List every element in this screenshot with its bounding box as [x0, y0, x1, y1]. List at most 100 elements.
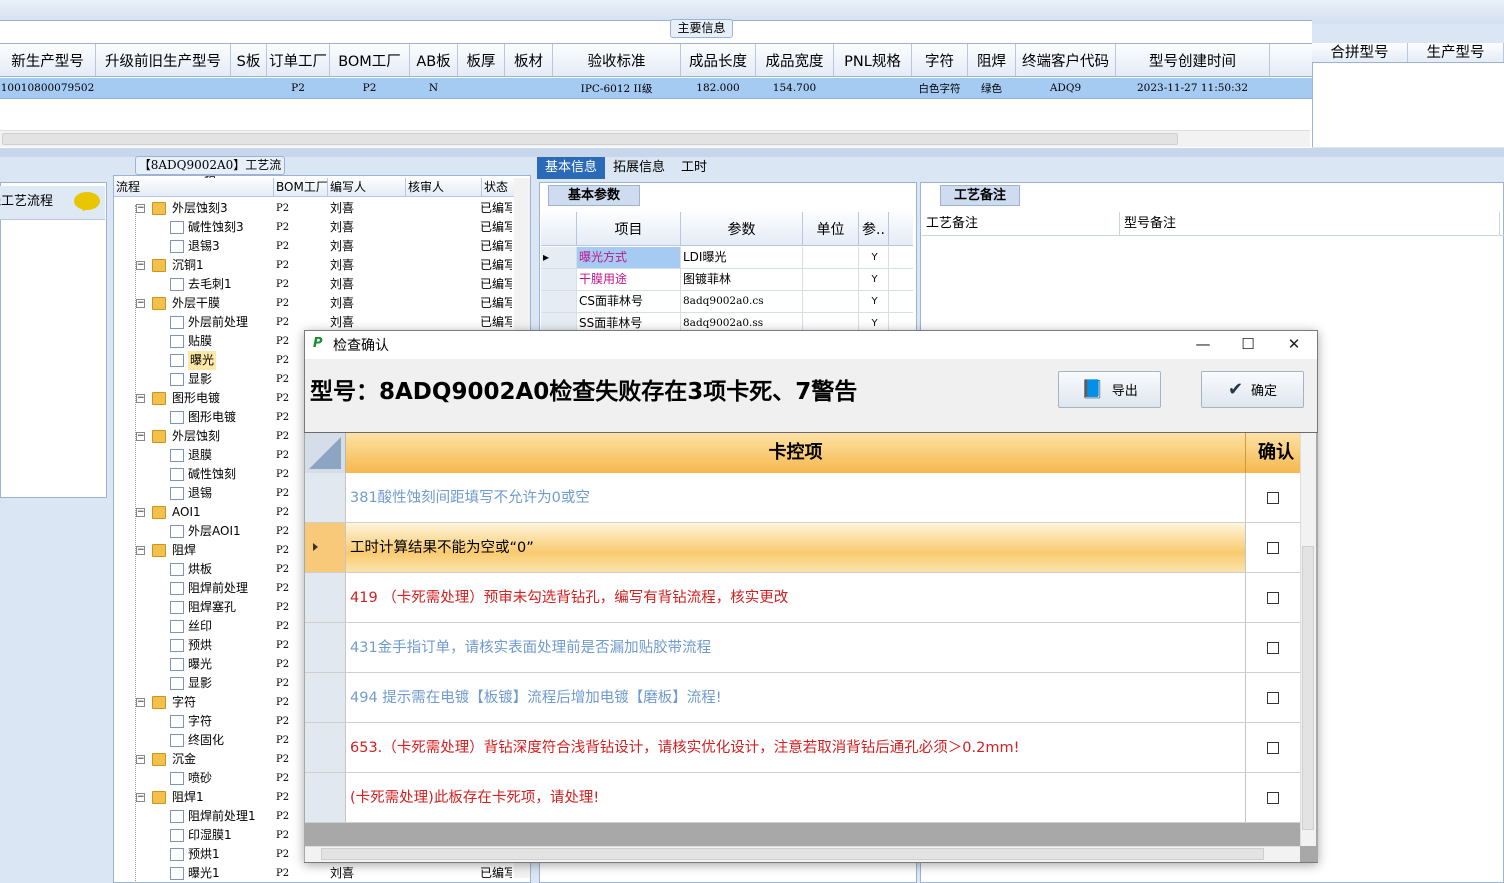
main-col-header[interactable]: 字符 — [912, 44, 968, 76]
basic-col-header[interactable]: 项目 — [577, 212, 681, 245]
basic-param-row[interactable]: 干膜用途 图镀菲林 Y — [541, 269, 913, 291]
expand-toggle-icon[interactable]: − — [136, 546, 145, 555]
tree-row[interactable]: − 沉铜1 P2 刘喜 已编写 — [114, 256, 514, 275]
main-info-horizontal-scrollbar[interactable] — [0, 130, 1310, 147]
main-col-header[interactable]: 升级前旧生产型号 — [96, 44, 231, 76]
expand-toggle-icon[interactable]: − — [136, 394, 145, 403]
param-flag: Y — [859, 291, 889, 312]
confirm-column-header[interactable]: 确认 — [1246, 433, 1300, 473]
basic-param-row[interactable]: ▸ 曝光方式 LDI曝光 Y — [541, 247, 913, 269]
main-col-header[interactable]: S板 — [231, 44, 267, 76]
expand-toggle-icon[interactable]: − — [136, 698, 145, 707]
expand-toggle-icon[interactable]: − — [136, 508, 145, 517]
main-col-header[interactable]: 新生产型号 — [0, 44, 96, 76]
check-item-row[interactable]: (卡死需处理)此板存在卡死项，请处理! — [305, 773, 1300, 823]
tree-row-name: 碱性蚀刻 — [188, 467, 237, 481]
main-col-header[interactable]: 板材 — [505, 44, 553, 76]
basic-col-header[interactable]: 单位 — [803, 212, 859, 245]
confirm-checkbox[interactable] — [1267, 691, 1279, 704]
confirm-checkbox[interactable] — [1267, 491, 1279, 504]
main-info-tab[interactable]: 主要信息 — [670, 19, 733, 38]
scrollbar-thumb[interactable] — [2, 133, 1178, 145]
tree-row-name: 丝印 — [188, 619, 213, 633]
main-col-header[interactable]: 板厚 — [458, 44, 505, 76]
close-icon[interactable]: ✕ — [1271, 331, 1317, 359]
tree-row[interactable]: − 外层蚀刻3 P2 刘喜 已编写 — [114, 199, 514, 218]
tree-row[interactable]: 碱性蚀刻3 P2 刘喜 已编写 — [114, 218, 514, 237]
main-col-header[interactable]: 验收标准 — [553, 44, 681, 76]
expand-toggle-icon[interactable]: − — [136, 432, 145, 441]
confirm-checkbox-cell[interactable] — [1246, 623, 1300, 672]
expand-toggle-icon[interactable]: − — [136, 204, 145, 213]
grid-horizontal-thumb[interactable] — [321, 848, 1264, 860]
dialog-titlebar[interactable] — [305, 331, 1317, 359]
confirm-checkbox[interactable] — [1267, 541, 1279, 554]
tree-col-header[interactable]: 核审人 — [406, 178, 482, 196]
check-item-row[interactable]: 419 （卡死需处理）预审未勾选背钻孔，编写有背钻流程，核实更改 — [305, 573, 1300, 623]
main-col-header[interactable]: 订单工厂 — [267, 44, 330, 76]
expand-toggle-icon[interactable]: − — [136, 299, 145, 308]
tab-extended-info[interactable]: 拓展信息 — [605, 157, 673, 179]
main-info-table-row[interactable]: 10010800079502 P2 P2 N IPC-6012 II级 182.000 15… — [0, 78, 1312, 99]
export-button[interactable]: 📘 导出 — [1058, 371, 1161, 408]
minimize-icon[interactable]: — — [1180, 331, 1226, 359]
main-cell: P2 — [362, 82, 377, 94]
main-col-header[interactable]: PNL规格 — [834, 44, 912, 76]
confirm-button[interactable]: ✔ 确定 — [1201, 371, 1304, 408]
basic-param-row[interactable]: CS面菲林号 8adq9002a0.cs Y — [541, 291, 913, 313]
grid-vertical-thumb[interactable] — [1302, 546, 1314, 830]
merge-col-header[interactable]: 合拼型号 — [1312, 43, 1408, 62]
main-col-header[interactable]: 成品长度 — [681, 44, 756, 76]
tree-row[interactable]: 曝光1 P2 刘喜 已编写 — [114, 864, 514, 883]
expand-toggle-icon[interactable]: − — [136, 261, 145, 270]
tree-row-bom: P2 — [276, 868, 290, 879]
check-item-row[interactable]: 431金手指订单，请核实表面处理前是否漏加贴胶带流程 — [305, 623, 1300, 673]
main-col-header[interactable]: BOM工厂 — [330, 44, 410, 76]
maximize-icon[interactable]: ☐ — [1225, 331, 1271, 359]
check-item-row[interactable]: 工时计算结果不能为空或“0” — [305, 523, 1300, 573]
check-item-row[interactable]: 381酸性蚀刻间距填写不允许为0或空 — [305, 473, 1300, 523]
confirm-checkbox[interactable] — [1267, 591, 1279, 604]
page-icon — [170, 525, 184, 538]
expand-toggle-icon[interactable]: − — [136, 755, 145, 764]
main-cell: 白色字符 — [918, 82, 961, 95]
tab-labor-hours[interactable]: 工时 — [673, 157, 715, 179]
main-col-header[interactable]: 型号创建时间 — [1116, 44, 1270, 76]
confirm-checkbox[interactable] — [1267, 741, 1279, 754]
tree-col-header[interactable]: 编写人 — [328, 178, 406, 196]
main-col-header[interactable]: 阻焊 — [968, 44, 1016, 76]
merge-col-header[interactable]: 生产型号 — [1408, 43, 1504, 62]
grid-select-all-corner[interactable] — [305, 433, 346, 473]
confirm-checkbox-cell[interactable] — [1246, 773, 1300, 822]
main-col-header[interactable]: 成品宽度 — [756, 44, 834, 76]
process-notes-title[interactable]: 工艺备注 — [940, 185, 1020, 206]
comment-bubble-icon[interactable] — [74, 192, 100, 210]
expand-toggle-icon[interactable]: − — [136, 793, 145, 802]
tree-row[interactable]: 退锡3 P2 刘喜 已编写 — [114, 237, 514, 256]
basic-col-header[interactable]: 参数 — [681, 212, 803, 245]
tree-row-bom: P2 — [276, 602, 290, 613]
notes-col-header[interactable]: 工艺备注 — [922, 212, 1120, 235]
basic-col-header[interactable]: 参.. — [859, 212, 889, 245]
tree-col-header[interactable]: 流程 — [114, 178, 274, 196]
confirm-checkbox-cell[interactable] — [1246, 723, 1300, 772]
tree-row[interactable]: − 外层干膜 P2 刘喜 已编写 — [114, 294, 514, 313]
main-col-header[interactable]: AB板 — [410, 44, 458, 76]
confirm-checkbox-cell[interactable] — [1246, 523, 1300, 572]
basic-params-title[interactable]: 基本参数 — [548, 185, 640, 206]
confirm-checkbox-cell[interactable] — [1246, 473, 1300, 522]
confirm-checkbox[interactable] — [1267, 791, 1279, 804]
confirm-checkbox-cell[interactable] — [1246, 673, 1300, 722]
main-col-header[interactable]: 终端客户代码 — [1016, 44, 1116, 76]
basic-corner[interactable] — [541, 212, 577, 245]
check-item-row[interactable]: 653.（卡死需处理）背钻深度符合浅背钻设计，请核实优化设计，注意若取消背钻后通… — [305, 723, 1300, 773]
tree-row[interactable]: 去毛刺1 P2 刘喜 已编写 — [114, 275, 514, 294]
tree-col-header[interactable]: BOM工厂 — [274, 178, 328, 196]
check-item-text: (卡死需处理)此板存在卡死项，请处理! — [346, 773, 1246, 822]
control-item-column-header[interactable]: 卡控项 — [346, 433, 1246, 473]
tab-basic-info[interactable]: 基本信息 — [537, 157, 606, 179]
confirm-checkbox-cell[interactable] — [1246, 573, 1300, 622]
check-item-row[interactable]: 494 提示需在电镀【板镀】流程后增加电镀【磨板】流程! — [305, 673, 1300, 723]
confirm-checkbox[interactable] — [1267, 641, 1279, 654]
notes-col-header[interactable]: 型号备注 — [1120, 212, 1500, 235]
